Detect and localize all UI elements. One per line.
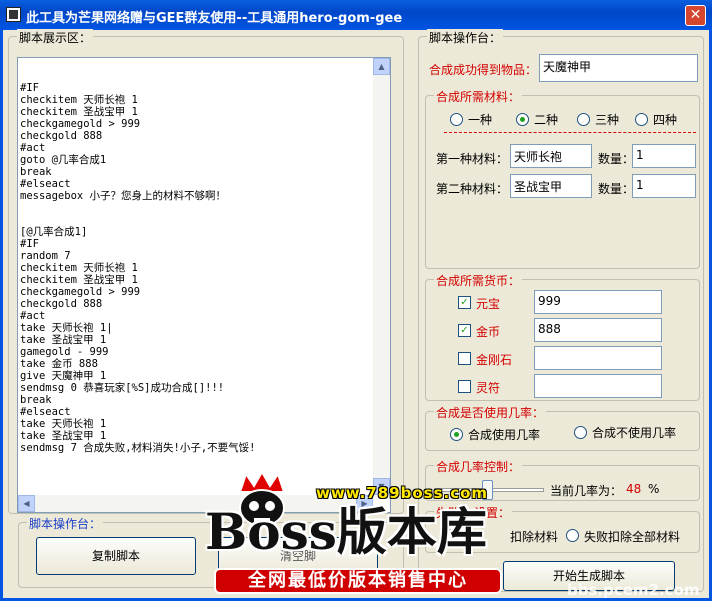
close-button[interactable]: ✕ [685,5,706,26]
watermark-brand: Boss版本库 [205,492,487,564]
watermark-brand-a: Boss [205,502,337,561]
materials-group: 合成所需材料： 一种 二种 三种 四种 第一种材料： 天师长袍 数量： 1 第二… [425,88,700,269]
fail-option-radio-2[interactable] [566,529,579,542]
second-material-input[interactable]: 圣战宝甲 [510,174,592,198]
script-display-label: 脚本展示区： [17,29,94,46]
currency-input-diamond[interactable] [534,346,662,370]
right-console-label: 脚本操作台： [427,29,504,46]
first-material-label: 第一种材料： [436,152,509,166]
second-qty-input[interactable]: 1 [632,174,696,198]
use-rate-radio-no[interactable] [574,426,587,439]
materials-divider [444,132,696,133]
first-material-input[interactable]: 天师长袍 [510,144,592,168]
currency-input-gold[interactable]: 888 [534,318,662,342]
currency-name-diamond: 金刚石 [476,353,513,367]
result-item-label: 合成成功得到物品： [429,63,538,77]
material-count-radio-1[interactable] [450,113,463,126]
material-count-option-1: 一种 [468,113,493,127]
result-item-input[interactable]: 天魔神甲 [539,54,698,82]
watermark-url: bbs.pcem2.com [567,581,700,599]
vertical-scrollbar[interactable]: ▲ ▼ [373,58,390,495]
material-count-option-3: 三种 [595,113,620,127]
script-content: #IF checkitem 天师长袍 1 checkitem 圣战宝甲 1 ch… [20,82,256,454]
second-material-label: 第二种材料： [436,182,509,196]
second-qty-label: 数量： [598,182,635,196]
currency-name-talisman: 灵符 [476,381,501,395]
material-count-option-4: 四种 [653,113,678,127]
use-rate-group: 合成是否使用几率： 合成使用几率 合成不使用几率 [425,404,700,451]
currency-check-gold[interactable]: ✓ [458,324,471,337]
script-display-group: 脚本展示区： #IF checkitem 天师长袍 1 checkitem 圣战… [8,29,404,514]
current-rate-unit: % [648,482,660,496]
material-count-radio-4[interactable] [635,113,648,126]
material-count-radio-2[interactable] [516,113,529,126]
currency-name-yuanbao: 元宝 [476,297,501,311]
currency-check-talisman[interactable] [458,380,471,393]
use-rate-radio-yes[interactable] [450,428,463,441]
copy-script-button[interactable]: 复制脚本 [36,537,196,575]
currency-input-yuanbao[interactable]: 999 [534,290,662,314]
material-count-radio-3[interactable] [577,113,590,126]
material-count-option-2: 二种 [534,113,559,127]
scroll-up-icon[interactable]: ▲ [373,58,390,75]
currency-name-gold: 金币 [476,325,501,339]
currency-label: 合成所需货币： [434,272,523,289]
use-rate-label: 合成是否使用几率： [434,404,547,421]
script-textarea[interactable]: #IF checkitem 天师长袍 1 checkitem 圣战宝甲 1 ch… [17,57,391,513]
use-rate-option-no: 合成不使用几率 [592,426,677,440]
currency-check-yuanbao[interactable]: ✓ [458,296,471,309]
use-rate-option-yes: 合成使用几率 [468,428,541,442]
title-bar[interactable]: 此工具为芒果网络赠与GEE群友使用--工具通用hero-gom-gee ✕ [0,0,712,30]
scroll-left-icon[interactable]: ◀ [18,495,35,512]
fail-option-2: 失败扣除全部材料 [584,530,681,544]
first-qty-label: 数量： [598,152,635,166]
window-title: 此工具为芒果网络赠与GEE群友使用--工具通用hero-gom-gee [26,11,403,26]
app-icon [6,7,21,22]
current-rate-value: 48 [626,482,642,496]
left-console-label: 脚本操作台： [27,515,104,532]
rate-control-label: 合成几率控制： [434,458,523,475]
materials-label: 合成所需材料： [434,88,523,105]
currency-group: 合成所需货币： ✓ 元宝 999 ✓ 金币 888 金刚石 灵符 [425,272,700,401]
watermark-banner: 全网最低价版本销售中心 [214,568,502,594]
fail-option-1: 扣除材料 [510,530,559,544]
currency-input-talisman[interactable] [534,374,662,398]
currency-check-diamond[interactable] [458,352,471,365]
current-rate-label: 当前几率为： [550,484,623,498]
watermark-brand-b: 版本库 [336,502,487,561]
first-qty-input[interactable]: 1 [632,144,696,168]
